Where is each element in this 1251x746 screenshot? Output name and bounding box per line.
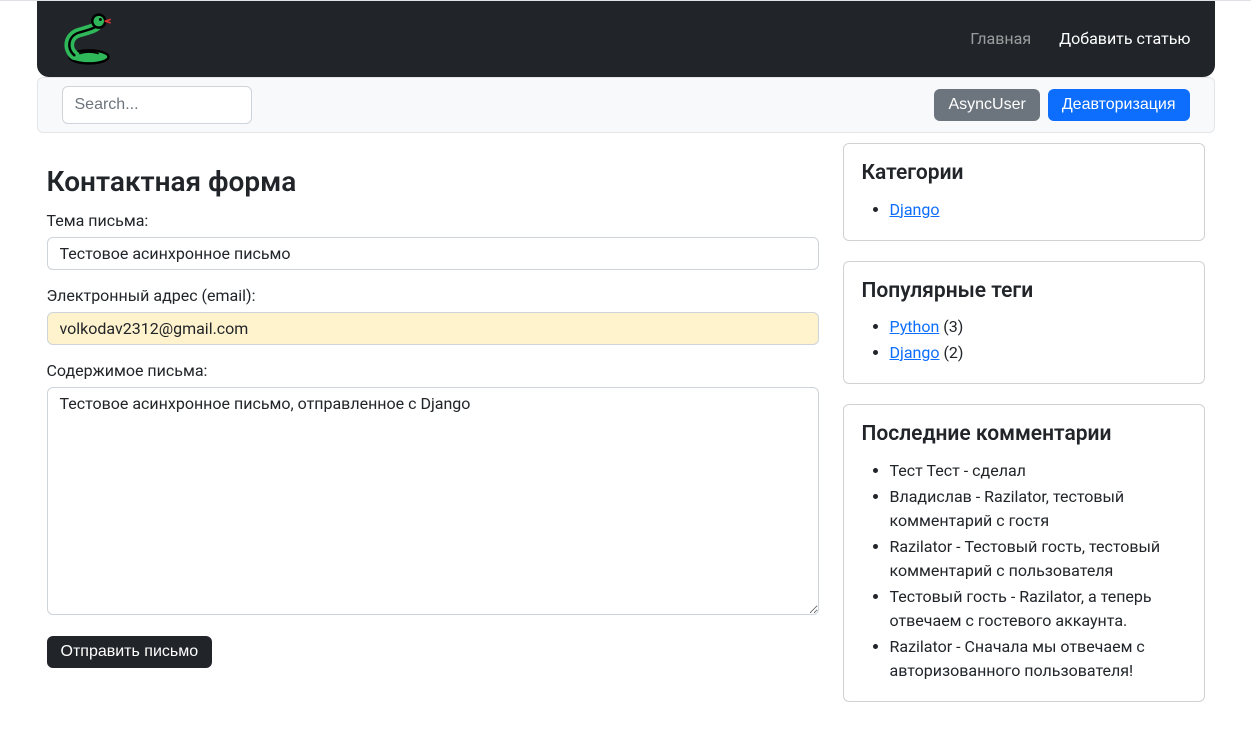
- list-item: Razilator - Тестовый гость, тестовый ком…: [890, 535, 1186, 583]
- subject-input[interactable]: [47, 237, 819, 270]
- nav-links: Главная Добавить статью: [946, 27, 1190, 51]
- tag-count: (3): [943, 317, 963, 336]
- subject-label: Тема письма:: [47, 209, 819, 233]
- tag-link[interactable]: Django: [890, 343, 940, 362]
- categories-card: Категории Django: [843, 143, 1205, 241]
- nav-add-article[interactable]: Добавить статью: [1059, 29, 1190, 48]
- email-input[interactable]: [47, 312, 819, 345]
- comments-title: Последние комментарии: [862, 419, 1186, 451]
- content-label: Содержимое письма:: [47, 359, 819, 383]
- tags-title: Популярные теги: [862, 276, 1186, 308]
- list-item: Тест Тест - сделал: [890, 459, 1186, 483]
- content-textarea[interactable]: [47, 387, 819, 615]
- logout-button[interactable]: Деавторизация: [1048, 89, 1190, 121]
- search-input[interactable]: [62, 86, 252, 124]
- tag-link[interactable]: Python: [890, 317, 940, 336]
- tag-count: (2): [943, 343, 963, 362]
- comments-list: Тест Тест - сделал Владислав - Razilator…: [862, 459, 1186, 683]
- subbar: AsyncUser Деавторизация: [37, 77, 1215, 133]
- categories-list: Django: [862, 198, 1186, 222]
- submit-button[interactable]: Отправить письмо: [47, 636, 213, 668]
- categories-title: Категории: [862, 158, 1186, 190]
- list-item: Python (3): [890, 315, 1186, 339]
- list-item: Django: [890, 198, 1186, 222]
- top-navbar: Главная Добавить статью: [37, 1, 1215, 77]
- list-item: Владислав - Razilator, тестовый коммента…: [890, 485, 1186, 533]
- tags-list: Python (3) Django (2): [862, 315, 1186, 365]
- list-item: Razilator - Сначала мы отвечаем с автори…: [890, 635, 1186, 683]
- list-item: Django (2): [890, 341, 1186, 365]
- category-link[interactable]: Django: [890, 200, 940, 219]
- email-label: Электронный адрес (email):: [47, 284, 819, 308]
- brand-logo[interactable]: [61, 13, 117, 65]
- list-item: Тестовый гость - Razilator, а теперь отв…: [890, 585, 1186, 633]
- nav-home[interactable]: Главная: [970, 29, 1031, 48]
- snake-icon: [61, 13, 117, 65]
- tags-card: Популярные теги Python (3) Django (2): [843, 261, 1205, 385]
- username-button[interactable]: AsyncUser: [934, 89, 1039, 121]
- comments-card: Последние комментарии Тест Тест - сделал…: [843, 404, 1205, 702]
- page-title: Контактная форма: [47, 161, 819, 203]
